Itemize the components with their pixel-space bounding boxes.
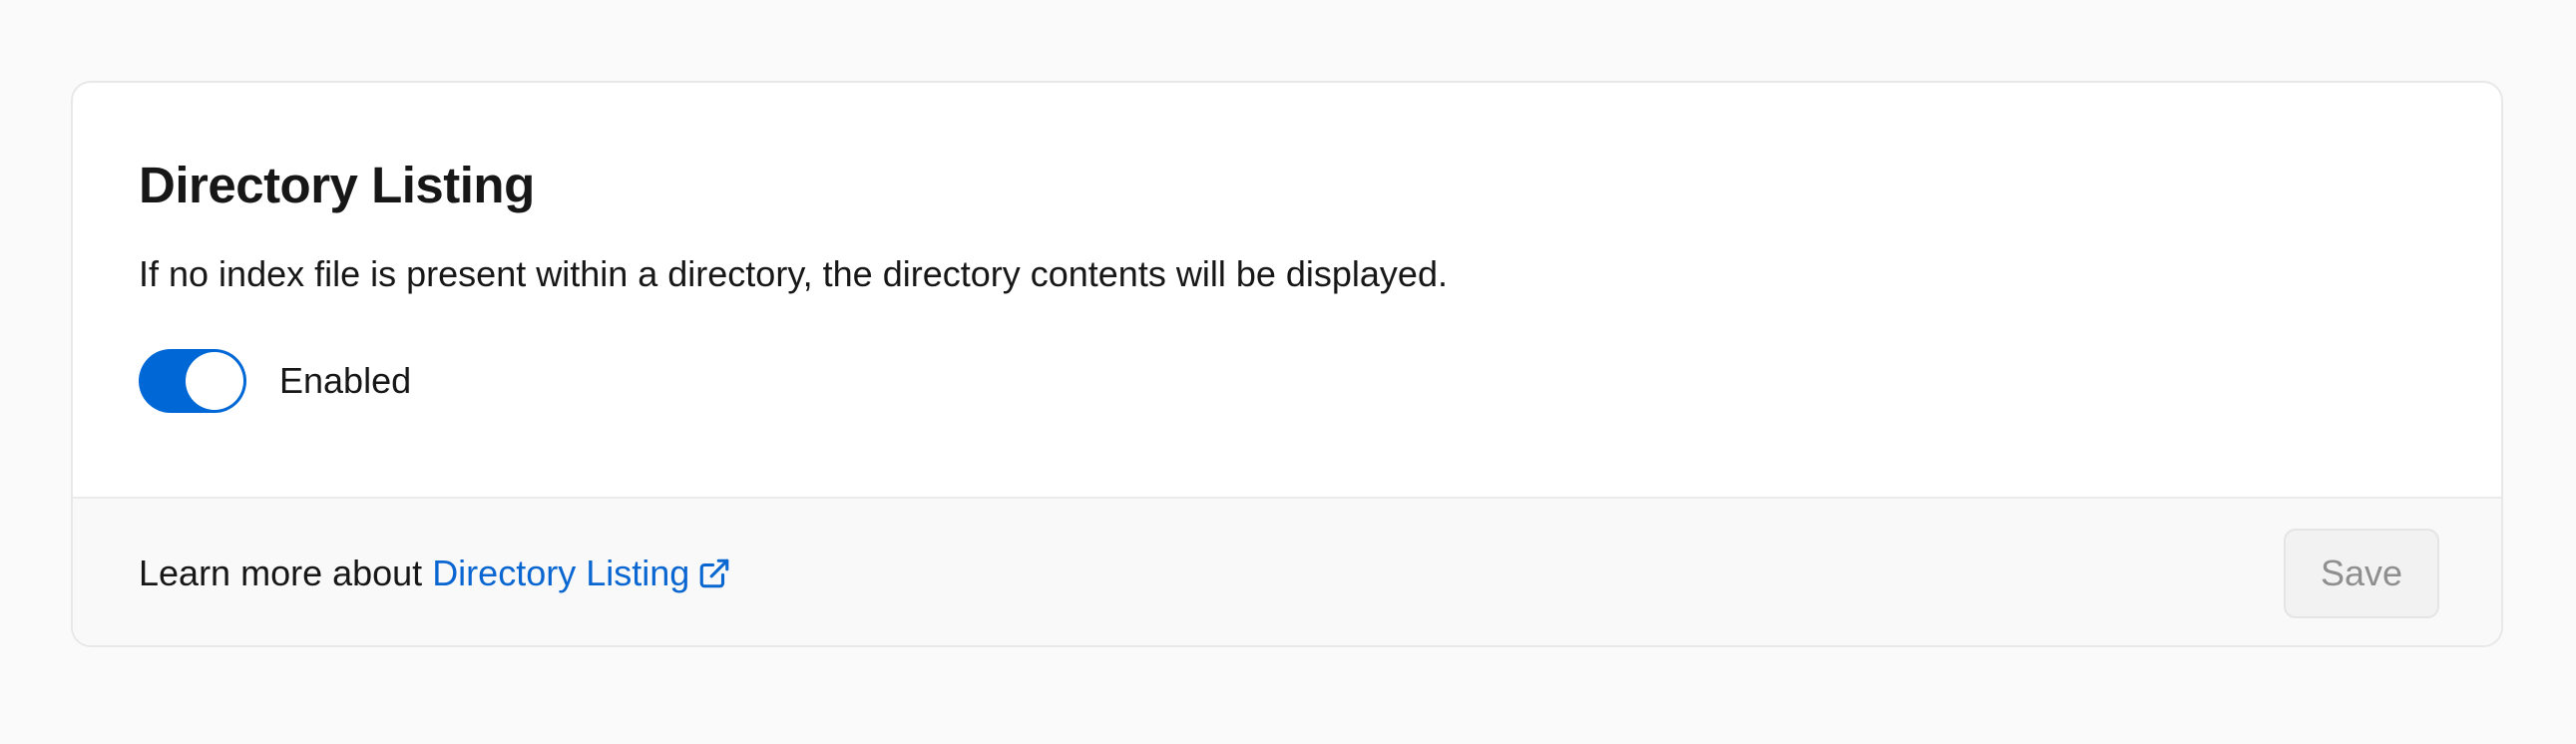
learn-more-prefix: Learn more about (139, 552, 423, 593)
learn-more-text: Learn more about Directory Listing (139, 552, 731, 595)
card-footer: Learn more about Directory Listing Save (73, 497, 2501, 645)
docs-link-label: Directory Listing (432, 552, 690, 593)
section-description: If no index file is present within a dir… (139, 253, 1448, 294)
section-title: Directory Listing (139, 157, 535, 213)
card-body: Directory Listing If no index file is pr… (73, 83, 2501, 497)
toggle-row: Enabled (139, 349, 2435, 413)
toggle-label: Enabled (279, 360, 412, 401)
directory-listing-docs-link[interactable]: Directory Listing (432, 552, 731, 595)
save-button[interactable]: Save (2284, 528, 2439, 618)
directory-listing-toggle[interactable] (139, 349, 246, 413)
external-link-icon (697, 557, 731, 590)
directory-listing-card: Directory Listing If no index file is pr… (71, 81, 2503, 647)
toggle-knob (186, 352, 243, 410)
